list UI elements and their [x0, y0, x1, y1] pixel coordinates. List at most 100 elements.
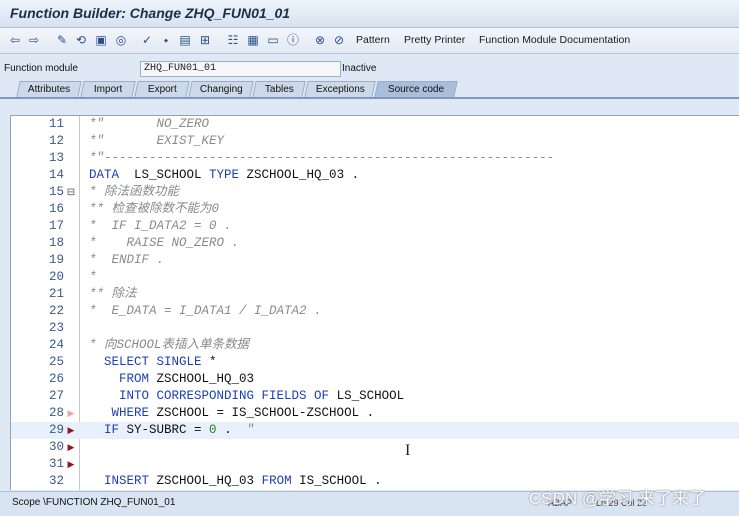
breakpoint-marker-icon[interactable]: ▶ [66, 405, 76, 422]
code-text: ** 检查被除数不能为0 [89, 202, 220, 216]
collapse-block-icon[interactable]: ⊟ [66, 184, 76, 201]
tab-attributes[interactable]: Attributes [16, 81, 82, 97]
tab-tables[interactable]: Tables [252, 81, 306, 97]
tab-strip: Attributes Import Export Changing Tables… [0, 80, 739, 99]
code-text: DATA LS_SCHOOL TYPE ZSCHOOL_HQ_03 . [89, 168, 360, 182]
back-arrow-icon[interactable]: ⇦ [8, 32, 22, 48]
breakpoint-marker-icon[interactable]: ▶ [66, 439, 76, 456]
other-object-icon[interactable]: ▣ [94, 32, 108, 48]
code-text: IF SY-SUBRC = 0 . " [104, 423, 255, 437]
tab-exceptions[interactable]: Exceptions [304, 81, 376, 97]
test-icon[interactable]: ▭ [266, 32, 280, 48]
edit-pencil-icon[interactable]: ✎ [55, 32, 69, 48]
function-module-label: Function module [4, 63, 78, 74]
code-line[interactable]: 16 ** 检查被除数不能为0 [11, 201, 739, 218]
function-module-documentation-button[interactable]: Function Module Documentation [479, 32, 630, 48]
code-line[interactable]: 24 * 向SCHOOL表插入单条数据 [11, 337, 739, 354]
line-number: 17 [48, 219, 64, 233]
line-number: 26 [48, 372, 64, 386]
code-line[interactable]: 19 * ENDIF . [11, 252, 739, 269]
line-number: 32 [48, 474, 64, 488]
code-text: * ENDIF . [89, 253, 165, 267]
toggle-display-change-icon[interactable]: ⟲ [74, 32, 88, 48]
pretty-print-icon[interactable]: ⊞ [198, 32, 212, 48]
code-line[interactable]: 13 *"------------------------------------… [11, 150, 739, 167]
code-text: WHERE ZSCHOOL = IS_SCHOOL-ZSCHOOL . [111, 406, 375, 420]
abap-code-editor[interactable]: 11 *" NO_ZERO 12 *" EXIST_KEY 13 *"----------… [10, 115, 739, 490]
line-number: 18 [48, 236, 64, 250]
code-line[interactable]: 12 *" EXIST_KEY [11, 133, 739, 150]
code-line[interactable]: 11 *" NO_ZERO [11, 116, 739, 133]
line-number: 30 [48, 440, 64, 454]
code-line[interactable]: 26 FROM ZSCHOOL_HQ_03 [11, 371, 739, 388]
line-number: 11 [48, 117, 64, 131]
line-number: 13 [48, 151, 64, 165]
code-text: * RAISE NO_ZERO . [89, 236, 240, 250]
pretty-printer-button[interactable]: Pretty Printer [404, 32, 465, 48]
code-line[interactable]: 29 ▶ IF SY-SUBRC = 0 . " [11, 422, 739, 439]
function-module-header: Function module ZHQ_FUN01_01 Inactive [0, 60, 739, 78]
function-module-field[interactable]: ZHQ_FUN01_01 [140, 61, 341, 77]
where-used-icon[interactable]: ⬩ [159, 32, 173, 48]
code-line[interactable]: 21 ** 除法 [11, 286, 739, 303]
breakpoint-marker-icon[interactable]: ▶ [66, 422, 76, 439]
code-text: INTO CORRESPONDING FIELDS OF LS_SCHOOL [119, 389, 405, 403]
stop-all-icon[interactable]: ⊘ [332, 32, 346, 48]
code-text: *"--------------------------------------… [89, 151, 555, 165]
code-text: * IF I_DATA2 = 0 . [89, 219, 232, 233]
code-line[interactable]: 15 ⊟ * 除法函数功能 [11, 184, 739, 201]
line-number: 24 [48, 338, 64, 352]
activate-icon[interactable]: ◎ [114, 32, 128, 48]
watermark: CSDN @学习 来了来了 [529, 489, 706, 508]
tab-changing[interactable]: Changing [188, 81, 254, 97]
code-line[interactable]: 31 ▶ [11, 456, 739, 473]
code-text: * E_DATA = I_DATA1 / I_DATA2 . [89, 304, 322, 318]
forward-arrow-icon[interactable]: ⇨ [27, 32, 41, 48]
line-number: 31 [48, 457, 64, 471]
navigate-icon[interactable]: ▦ [246, 32, 260, 48]
code-line[interactable]: 25 SELECT SINGLE * [11, 354, 739, 371]
line-number: 28 [48, 406, 64, 420]
line-number: 12 [48, 134, 64, 148]
breakpoint-marker-icon[interactable]: ▶ [66, 456, 76, 473]
line-number: 19 [48, 253, 64, 267]
stop-icon[interactable]: ⊗ [313, 32, 327, 48]
tab-import[interactable]: Import [80, 81, 136, 97]
line-number: 25 [48, 355, 64, 369]
line-number: 16 [48, 202, 64, 216]
line-number: 14 [48, 168, 64, 182]
code-text: SELECT SINGLE * [104, 355, 217, 369]
window-title: Function Builder: Change ZHQ_FUN01_01 [10, 5, 291, 21]
line-number: 27 [48, 389, 64, 403]
code-text: * 除法函数功能 [89, 185, 180, 199]
tab-export[interactable]: Export [134, 81, 190, 97]
code-line[interactable]: 23 [11, 320, 739, 337]
tab-source-code[interactable]: Source code [374, 81, 458, 97]
pattern-button[interactable]: Pattern [356, 32, 390, 48]
code-text: INSERT ZSCHOOL_HQ_03 FROM IS_SCHOOL . [104, 474, 382, 488]
line-number: 29 [48, 423, 64, 437]
code-text: * [89, 270, 97, 284]
line-number: 23 [48, 321, 64, 335]
breakpoint-icon[interactable]: ▤ [178, 32, 192, 48]
code-text: *" EXIST_KEY [89, 134, 225, 148]
scope-text: Scope \FUNCTION ZHQ_FUN01_01 [12, 497, 176, 508]
code-line[interactable]: 28 ▶ WHERE ZSCHOOL = IS_SCHOOL-ZSCHOOL . [11, 405, 739, 422]
code-text: FROM ZSCHOOL_HQ_03 [119, 372, 255, 386]
check-icon[interactable]: ✓ [140, 32, 154, 48]
code-line[interactable]: 30 ▶ [11, 439, 739, 456]
line-number: 15 [48, 185, 64, 199]
text-cursor-icon: I [405, 442, 411, 459]
code-line[interactable]: 27 INTO CORRESPONDING FIELDS OF LS_SCHOO… [11, 388, 739, 405]
display-object-list-icon[interactable]: ☷ [226, 32, 240, 48]
info-icon[interactable]: ⓘ [286, 32, 300, 48]
code-line[interactable]: 18 * RAISE NO_ZERO . [11, 235, 739, 252]
code-text: *" NO_ZERO [89, 117, 210, 131]
code-line[interactable]: 17 * IF I_DATA2 = 0 . [11, 218, 739, 235]
code-line[interactable]: 20 * [11, 269, 739, 286]
code-line[interactable]: 22 * E_DATA = I_DATA1 / I_DATA2 . [11, 303, 739, 320]
line-number: 21 [48, 287, 64, 301]
line-number: 22 [48, 304, 64, 318]
code-line[interactable]: 14 DATA LS_SCHOOL TYPE ZSCHOOL_HQ_03 . [11, 167, 739, 184]
line-number: 20 [48, 270, 64, 284]
